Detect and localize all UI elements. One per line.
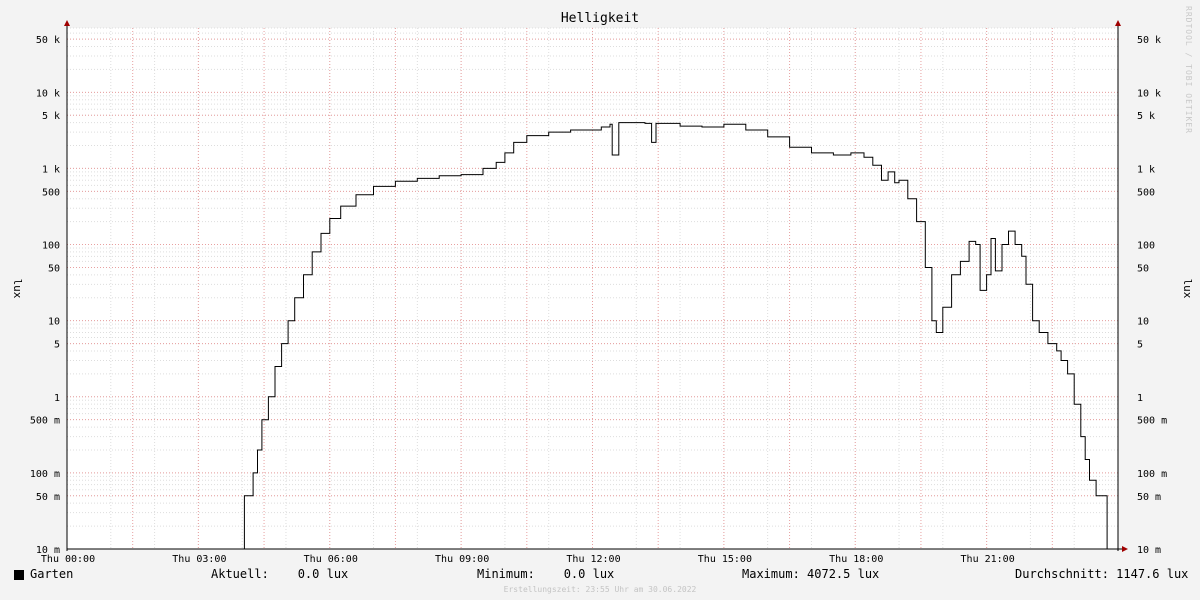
y-tick-label: 5 <box>54 340 60 351</box>
y-tick-label-right: 50 k <box>1137 35 1161 46</box>
y-tick-label-right: 50 <box>1137 263 1149 274</box>
y-tick-label: 50 k <box>36 35 60 46</box>
y-tick-label-right: 1 <box>1137 393 1143 404</box>
x-tick-label: Thu 18:00 <box>829 554 883 565</box>
legend: Garten Aktuell: 0.0 lux Minimum: 0.0 lux… <box>0 567 1200 585</box>
legend-current: Aktuell: 0.0 lux <box>211 567 349 581</box>
x-axis-arrow <box>1122 546 1128 552</box>
x-tick-label: Thu 00:00 <box>41 554 95 565</box>
chart-canvas: 50 k 50 k 10 k 10 k 5 k 5 k 1 k 1 k 500 500 100 100… <box>11 20 1194 565</box>
y-axis-label: lux <box>11 279 24 299</box>
y-tick-label-right: 500 m <box>1137 416 1167 427</box>
y-tick-label: 100 m <box>30 469 60 480</box>
y-tick-label-right: 1 k <box>1137 164 1155 175</box>
y-tick-label: 1 k <box>42 164 60 175</box>
legend-average: Durchschnitt: 1147.6 lux <box>1015 567 1189 581</box>
y-tick-label-right: 100 m <box>1137 469 1167 480</box>
x-tick-label: Thu 06:00 <box>304 554 358 565</box>
legend-maximum: Maximum: 4072.5 lux <box>742 567 880 581</box>
y-tick-label-right: 500 <box>1137 187 1155 198</box>
y-tick-label: 500 <box>42 187 60 198</box>
chart-window: Helligkeit 50 k 50 k 10 k 10 k5 k5 k1 k1 k5… <box>0 0 1200 600</box>
y-tick-label: 10 <box>48 317 60 328</box>
y-tick-label: 1 <box>54 393 60 404</box>
y-tick-label-right: 10 k <box>1137 88 1161 99</box>
rrdtool-watermark: RRDTOOL / TOBI OETIKER <box>1184 6 1193 134</box>
y-tick-label-right: 5 k <box>1137 111 1155 122</box>
x-tick-label: Thu 12:00 <box>566 554 620 565</box>
x-tick-label: Thu 21:00 <box>961 554 1015 565</box>
y-tick-label: 50 <box>48 263 60 274</box>
legend-series-name: Garten <box>30 567 74 581</box>
y-tick-label: 10 k <box>36 88 60 99</box>
creation-time: Erstellungszeit: 23:55 Uhr am 30.06.2022 <box>503 585 697 594</box>
y-axis-label-right: lux <box>1181 279 1194 299</box>
y-axis-right-arrow <box>1115 20 1121 26</box>
legend-minimum: Minimum: 0.0 lux <box>477 567 615 581</box>
y-tick-label: 50 m <box>36 492 60 503</box>
y-tick-label: 500 m <box>30 416 60 427</box>
y-axis-arrow <box>64 20 70 26</box>
y-tick-label-right: 10 <box>1137 317 1149 328</box>
y-tick-label-right: 50 m <box>1137 492 1161 503</box>
legend-swatch <box>14 570 24 580</box>
x-tick-label: Thu 03:00 <box>172 554 226 565</box>
y-tick-label: 5 k <box>42 111 60 122</box>
y-tick-label-right: 10 m <box>1137 545 1161 556</box>
y-tick-label: 100 <box>42 241 60 252</box>
x-tick-label: Thu 15:00 <box>698 554 752 565</box>
x-tick-label: Thu 09:00 <box>435 554 489 565</box>
y-tick-label-right: 100 <box>1137 241 1155 252</box>
y-tick-label-right: 5 <box>1137 340 1143 351</box>
